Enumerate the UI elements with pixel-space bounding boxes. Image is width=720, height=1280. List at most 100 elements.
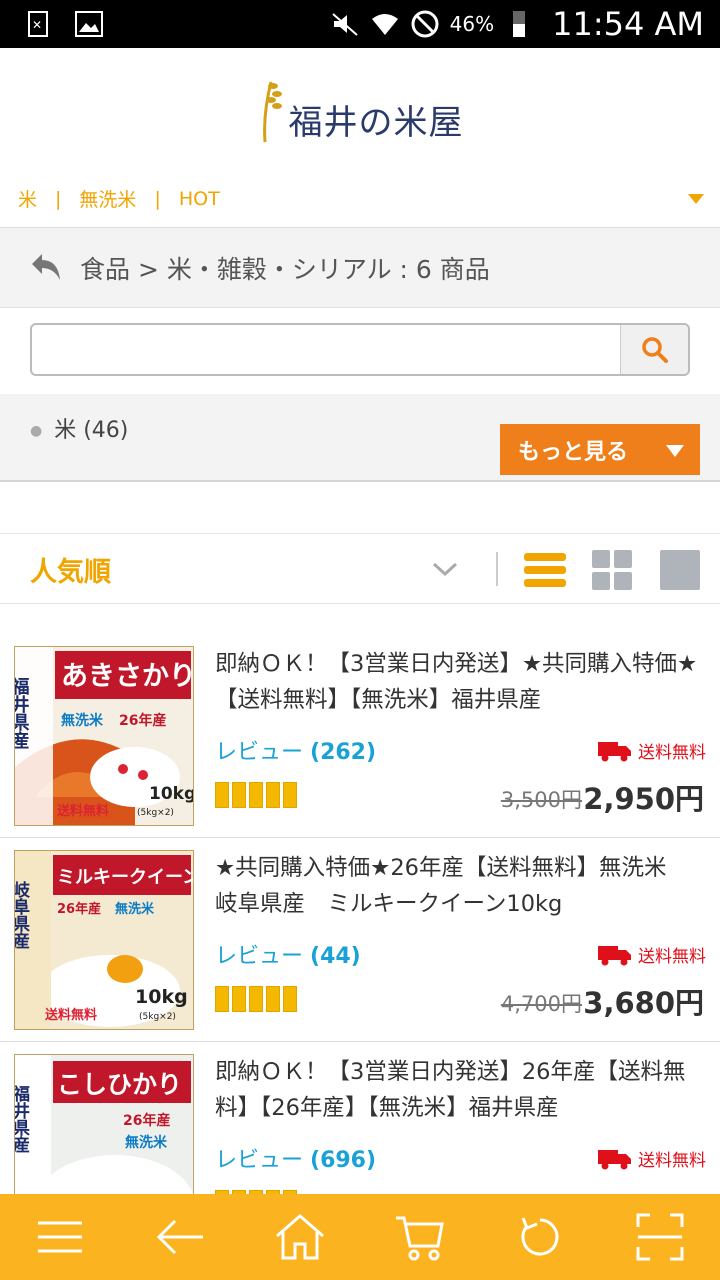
shipping-label: 送料無料 (638, 1151, 706, 1171)
review-label: レビュー (215, 1148, 304, 1173)
battery-icon (513, 11, 526, 37)
breadcrumb: 食品 > 米・雑穀・シリアル : 6 商品 (0, 228, 720, 308)
category-nav: 米 | 無洗米 | HOT (0, 170, 720, 228)
show-more-button[interactable]: もっと見る (500, 424, 700, 475)
menu-button[interactable] (30, 1207, 90, 1267)
filter-item-label: 米 (46) (54, 418, 129, 443)
svg-text:✕: ✕ (32, 18, 42, 32)
star-icon (283, 782, 297, 808)
free-shipping-badge: 送料無料 (598, 942, 706, 967)
home-button[interactable] (270, 1207, 330, 1267)
cart-button[interactable] (390, 1207, 450, 1267)
thumb-sub: (5kg×2) (137, 808, 174, 818)
search-button[interactable] (620, 325, 688, 374)
star-icon (266, 986, 280, 1012)
truck-icon (598, 1149, 631, 1169)
rating-stars (215, 782, 297, 808)
breadcrumb-text: 食品 > 米・雑穀・シリアル : 6 商品 (80, 254, 490, 284)
grid-view-icon[interactable] (592, 550, 632, 590)
review-label: レビュー (215, 944, 304, 969)
sale-price: 3,680円 (583, 986, 704, 1020)
refresh-icon (521, 1217, 559, 1256)
back-arrow-icon (156, 1219, 203, 1255)
search-input[interactable] (32, 325, 620, 374)
product-item[interactable]: 福井県産 あきさかり 無洗米 26年産 10kg (5kg×2) 送料無料 即納… (0, 634, 720, 838)
single-view-icon[interactable] (660, 550, 700, 590)
thumb-tag1: 無洗米 (61, 712, 104, 729)
star-icon (249, 986, 263, 1012)
review-count: (696) (310, 1148, 377, 1173)
thumb-tag2: 無洗米 (125, 1134, 168, 1151)
thumb-tag1: 26年産 (123, 1112, 170, 1129)
site-header: 福井の米屋 (0, 48, 720, 170)
sort-select[interactable]: 人気順 (30, 550, 111, 589)
home-icon (276, 1214, 324, 1260)
thumb-badge: 送料無料 (44, 1007, 97, 1023)
review-label: レビュー (215, 740, 304, 765)
star-icon (215, 782, 229, 808)
divider (496, 552, 498, 586)
shipping-label: 送料無料 (638, 743, 706, 763)
original-price: 4,700円 (500, 992, 582, 1016)
thumb-name: あきさかり (61, 661, 194, 692)
category-separator: | (55, 187, 62, 210)
image-icon (75, 11, 103, 37)
free-shipping-badge: 送料無料 (598, 1146, 706, 1171)
thumb-name: こしひかり (57, 1070, 182, 1099)
product-review[interactable]: レビュー (44) (215, 938, 361, 970)
search-icon (641, 336, 668, 363)
no-sim-icon: ✕ (28, 11, 48, 37)
list-view-icon[interactable] (524, 550, 566, 590)
star-icon (249, 782, 263, 808)
original-price: 3,500円 (500, 788, 582, 812)
chevron-down-icon (666, 445, 684, 457)
chevron-down-icon[interactable] (430, 554, 460, 584)
category-rice[interactable]: 米 (18, 185, 37, 212)
mute-icon (331, 13, 358, 36)
sort-bar: 人気順 (0, 533, 720, 604)
thumb-name: ミルキークイーン (57, 867, 194, 888)
category-hot[interactable]: HOT (179, 188, 220, 210)
thumb-weight: 10kg (135, 986, 188, 1008)
battery-percent: 46% (449, 12, 495, 36)
thumb-tag2: 26年産 (119, 712, 166, 729)
product-title[interactable]: 即納ＯＫ！【3営業日内発送】26年産【送料無料】【26年産】【無洗米】福井県産 (215, 1054, 705, 1126)
category-expand-icon[interactable] (688, 194, 704, 204)
product-title[interactable]: 即納ＯＫ！【3営業日内発送】★共同購入特価★【送料無料】【無洗米】福井県産 (215, 646, 705, 718)
thumb-prefecture: 福井県産 (15, 676, 31, 750)
free-shipping-badge: 送料無料 (598, 738, 706, 763)
product-item[interactable]: 岐阜県産 ミルキークイーン 26年産 無洗米 10kg (5kg×2) 送料無料… (0, 838, 720, 1042)
shipping-label: 送料無料 (638, 947, 706, 967)
do-not-disturb-icon (411, 10, 439, 38)
thumb-prefecture: 福井県産 (15, 1084, 31, 1154)
site-logo[interactable]: 福井の米屋 (257, 74, 464, 144)
thumb-badge: 送料無料 (56, 803, 109, 819)
wifi-icon (371, 14, 398, 35)
star-icon (232, 782, 246, 808)
scan-button[interactable] (630, 1207, 690, 1267)
filter-item-rice[interactable]: ● 米 (46) (30, 412, 128, 444)
bullet: ● (30, 423, 43, 439)
product-image[interactable]: 岐阜県産 ミルキークイーン 26年産 無洗米 10kg (5kg×2) 送料無料 (14, 850, 194, 1030)
back-button[interactable] (150, 1207, 210, 1267)
product-review[interactable]: レビュー (262) (215, 734, 376, 766)
search-box (30, 323, 690, 376)
product-list: 福井県産 あきさかり 無洗米 26年産 10kg (5kg×2) 送料無料 即納… (0, 634, 720, 1246)
logo-text: 福井の米屋 (288, 103, 464, 143)
filter-section: ● 米 (46) もっと見る (0, 394, 720, 482)
back-icon[interactable] (28, 250, 64, 286)
status-bar: ✕ 46% 11:54 AM (0, 0, 720, 48)
product-review[interactable]: レビュー (696) (215, 1142, 376, 1174)
category-musenmai[interactable]: 無洗米 (79, 185, 136, 212)
product-image[interactable]: 福井県産 あきさかり 無洗米 26年産 10kg (5kg×2) 送料無料 (14, 646, 194, 826)
refresh-button[interactable] (510, 1207, 570, 1267)
truck-icon (598, 741, 631, 761)
thumb-sub: (5kg×2) (139, 1012, 176, 1022)
thumb-tag1: 26年産 (57, 901, 101, 917)
scan-icon (636, 1213, 684, 1261)
thumb-weight: 10kg (149, 784, 194, 804)
category-separator: | (154, 187, 161, 210)
star-icon (283, 986, 297, 1012)
thumb-prefecture: 岐阜県産 (15, 880, 30, 950)
product-title[interactable]: ★共同購入特価★26年産【送料無料】無洗米 岐阜県産 ミルキークイーン10kg (215, 850, 705, 922)
